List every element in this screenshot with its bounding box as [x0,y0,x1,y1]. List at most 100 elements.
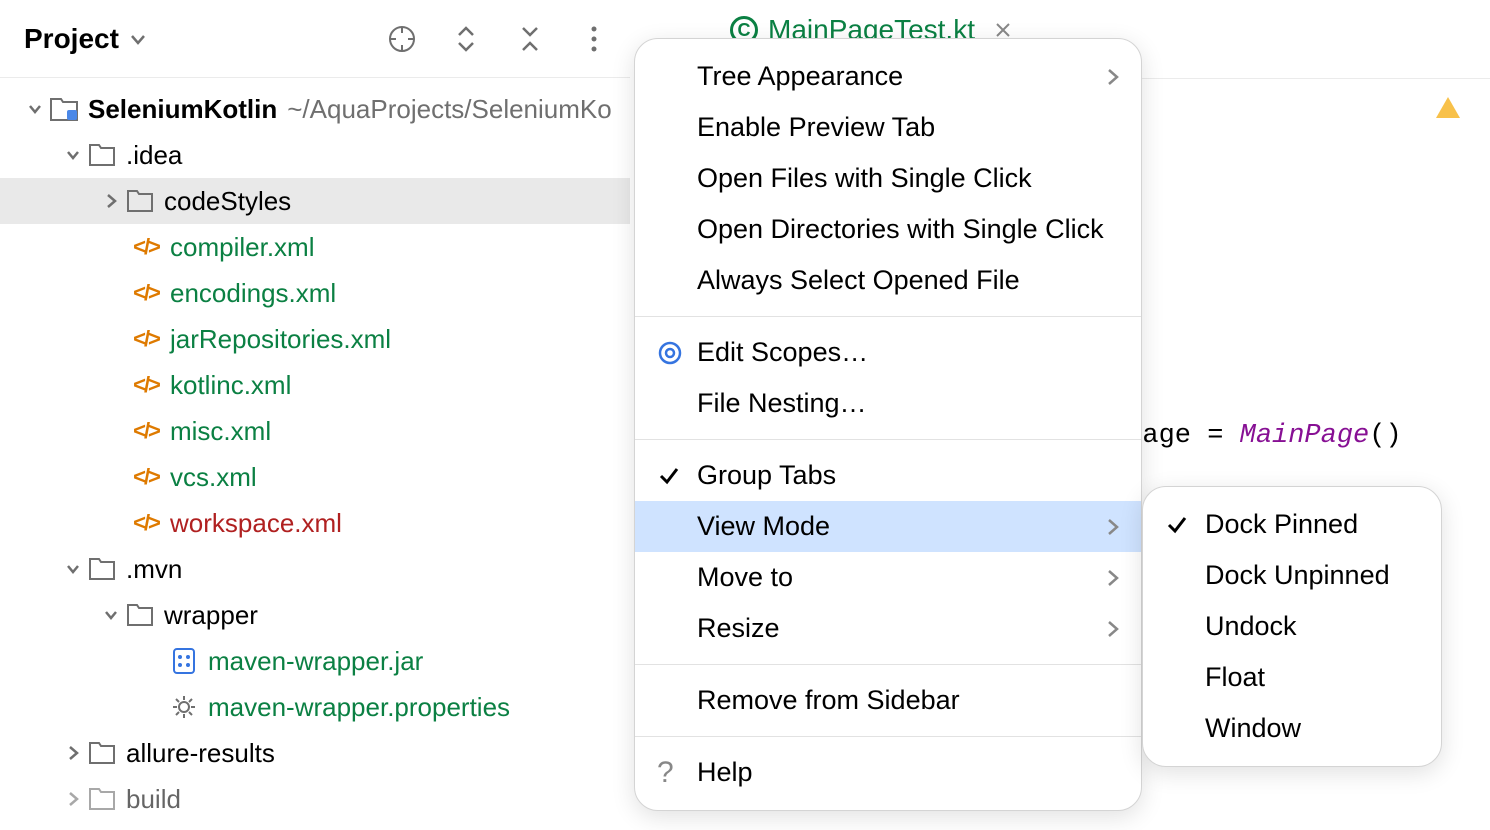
chevron-right-icon[interactable] [60,790,86,808]
jar-file-icon [168,647,200,675]
chevron-right-icon [1105,619,1121,639]
tree-folder-mvn[interactable]: .mvn [0,546,630,592]
tree-file-xml[interactable]: </> misc.xml [0,408,630,454]
gear-icon [168,694,200,720]
menu-view-mode[interactable]: View Mode [635,501,1141,552]
menu-label: Remove from Sidebar [697,685,1121,716]
menu-label: Help [697,757,1121,788]
tree-label: workspace.xml [170,508,342,539]
tree-file-jar[interactable]: maven-wrapper.jar [0,638,630,684]
menu-move-to[interactable]: Move to [635,552,1141,603]
tree-folder-wrapper[interactable]: wrapper [0,592,630,638]
scopes-icon [657,340,697,366]
expand-all-icon[interactable] [446,19,486,59]
tree-label: wrapper [164,600,258,631]
close-icon[interactable] [993,20,1013,40]
tree-label: codeStyles [164,186,291,217]
menu-label: Always Select Opened File [697,265,1121,296]
folder-icon [124,603,156,627]
project-panel: Project [0,0,630,830]
chevron-down-icon[interactable] [98,606,124,624]
tree-file-properties[interactable]: maven-wrapper.properties [0,684,630,730]
menu-resize[interactable]: Resize [635,603,1141,654]
tree-file-xml[interactable]: </> encodings.xml [0,270,630,316]
tree-root[interactable]: SeleniumKotlin ~/AquaProjects/SeleniumKo [0,86,630,132]
tree-label: encodings.xml [170,278,336,309]
tree-label: allure-results [126,738,275,769]
tree-file-xml[interactable]: </> vcs.xml [0,454,630,500]
menu-always-select-opened[interactable]: Always Select Opened File [635,255,1141,306]
menu-label: Group Tabs [697,460,1121,491]
tree-folder-build[interactable]: build [0,776,630,822]
tree-label: jarRepositories.xml [170,324,391,355]
menu-label: File Nesting… [697,388,1121,419]
check-icon [657,464,697,488]
more-icon[interactable] [574,19,614,59]
tree-file-xml[interactable]: </> jarRepositories.xml [0,316,630,362]
chevron-right-icon[interactable] [98,192,124,210]
menu-separator [635,736,1141,737]
chevron-right-icon[interactable] [60,744,86,762]
tree-label: build [126,784,181,815]
tree-label: compiler.xml [170,232,314,263]
tree-label: kotlinc.xml [170,370,291,401]
menu-label: Resize [697,613,1105,644]
tree-label: vcs.xml [170,462,257,493]
project-tree[interactable]: SeleniumKotlin ~/AquaProjects/SeleniumKo… [0,78,630,822]
xml-file-icon: </> [130,326,162,352]
chevron-down-icon[interactable] [60,146,86,164]
select-opened-file-icon[interactable] [382,19,422,59]
collapse-all-icon[interactable] [510,19,550,59]
menu-label: Dock Pinned [1205,509,1421,540]
menu-help[interactable]: ? Help [635,747,1141,798]
chevron-right-icon [1105,67,1121,87]
xml-file-icon: </> [130,510,162,536]
menu-label: Enable Preview Tab [697,112,1121,143]
view-mode-submenu: Dock Pinned Dock Unpinned Undock Float W… [1142,486,1442,767]
tree-folder-allure[interactable]: allure-results [0,730,630,776]
menu-separator [635,439,1141,440]
chevron-down-icon[interactable] [22,100,48,118]
tree-file-xml[interactable]: </> workspace.xml [0,500,630,546]
submenu-undock[interactable]: Undock [1143,601,1441,652]
xml-file-icon: </> [130,234,162,260]
panel-title[interactable]: Project [24,23,119,55]
folder-icon [86,143,118,167]
folder-icon [86,787,118,811]
check-icon [1165,513,1205,537]
menu-label: Dock Unpinned [1205,560,1421,591]
menu-separator [635,664,1141,665]
tree-file-xml[interactable]: </> kotlinc.xml [0,362,630,408]
tree-file-xml[interactable]: </> compiler.xml [0,224,630,270]
submenu-dock-unpinned[interactable]: Dock Unpinned [1143,550,1441,601]
menu-remove-from-sidebar[interactable]: Remove from Sidebar [635,675,1141,726]
xml-file-icon: </> [130,372,162,398]
menu-label: View Mode [697,511,1105,542]
submenu-window[interactable]: Window [1143,703,1441,754]
menu-enable-preview[interactable]: Enable Preview Tab [635,102,1141,153]
menu-edit-scopes[interactable]: Edit Scopes… [635,327,1141,378]
chevron-down-icon[interactable] [127,28,149,50]
folder-icon [86,557,118,581]
tree-label: .idea [126,140,182,171]
tree-label: maven-wrapper.properties [208,692,510,723]
tree-folder-codestyles[interactable]: codeStyles [0,178,630,224]
menu-open-files-single-click[interactable]: Open Files with Single Click [635,153,1141,204]
xml-file-icon: </> [130,464,162,490]
menu-tree-appearance[interactable]: Tree Appearance [635,51,1141,102]
menu-label: Open Directories with Single Click [697,214,1121,245]
menu-open-dirs-single-click[interactable]: Open Directories with Single Click [635,204,1141,255]
chevron-down-icon[interactable] [60,560,86,578]
context-menu: Tree Appearance Enable Preview Tab Open … [634,38,1142,811]
menu-group-tabs[interactable]: Group Tabs [635,450,1141,501]
tree-label: misc.xml [170,416,271,447]
tree-folder-idea[interactable]: .idea [0,132,630,178]
chevron-right-icon [1105,517,1121,537]
menu-label: Open Files with Single Click [697,163,1121,194]
submenu-float[interactable]: Float [1143,652,1441,703]
menu-file-nesting[interactable]: File Nesting… [635,378,1141,429]
submenu-dock-pinned[interactable]: Dock Pinned [1143,499,1441,550]
menu-label: Window [1205,713,1421,744]
tree-label: .mvn [126,554,182,585]
project-panel-header: Project [0,0,630,78]
